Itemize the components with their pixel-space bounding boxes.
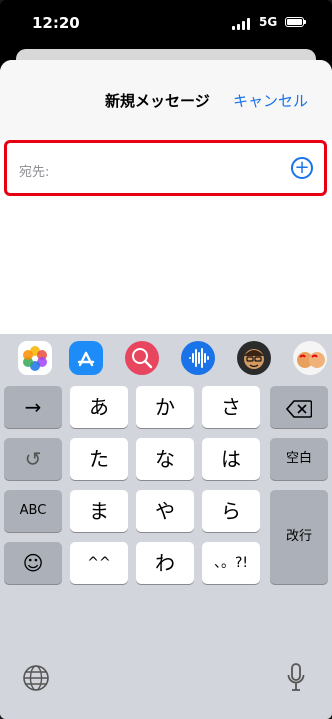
keyboard-bottom-bar — [0, 654, 332, 719]
keyboard: → あ か さ ↺ た な は 空白 ABC ま や ら 改行 ☺ ^^ わ 、… — [0, 334, 332, 719]
key-ya[interactable]: や — [136, 490, 194, 532]
key-space[interactable]: 空白 — [270, 438, 328, 480]
recipient-label: 宛先: — [19, 165, 50, 180]
battery-icon — [285, 17, 306, 27]
key-ha[interactable]: は — [202, 438, 260, 480]
sheet-header: 新規メッセージ キャンセル — [0, 60, 332, 140]
photos-icon[interactable] — [18, 341, 52, 375]
key-wa[interactable]: わ — [136, 542, 194, 584]
status-time: 12:20 — [32, 14, 80, 32]
search-images-icon[interactable] — [125, 341, 159, 375]
key-a[interactable]: あ — [70, 386, 128, 428]
key-ka[interactable]: か — [136, 386, 194, 428]
app-strip — [0, 334, 332, 386]
key-punctuation[interactable]: 、。?! — [202, 542, 260, 584]
key-delete[interactable] — [270, 386, 328, 428]
phone-screen: 12:20 5G 新規メッセージ キャンセル 宛先: + → あ か さ ↺ た… — [0, 0, 332, 719]
globe-icon[interactable] — [22, 664, 50, 696]
page-title: 新規メッセージ — [105, 92, 210, 110]
delete-icon — [285, 395, 313, 419]
recipient-field[interactable]: 宛先: + — [4, 140, 327, 196]
key-return[interactable]: 改行 — [270, 490, 328, 584]
key-ta[interactable]: た — [70, 438, 128, 480]
add-contact-button[interactable]: + — [291, 157, 313, 179]
key-sa[interactable]: さ — [202, 386, 260, 428]
cancel-button[interactable]: キャンセル — [233, 90, 308, 111]
memoji-stickers-icon[interactable] — [293, 341, 327, 375]
key-na[interactable]: な — [136, 438, 194, 480]
key-kaomoji[interactable]: ^^ — [70, 542, 128, 584]
memoji-icon[interactable] — [237, 341, 271, 375]
dictation-icon[interactable] — [287, 663, 305, 697]
status-bar: 12:20 5G — [0, 0, 332, 50]
audio-message-icon[interactable] — [181, 341, 215, 375]
network-label: 5G — [259, 15, 278, 29]
key-ra[interactable]: ら — [202, 490, 260, 532]
app-store-icon[interactable] — [69, 341, 103, 375]
key-ma[interactable]: ま — [70, 490, 128, 532]
key-undo[interactable]: ↺ — [4, 438, 62, 480]
key-abc[interactable]: ABC — [4, 490, 62, 532]
signal-icon — [232, 18, 250, 30]
key-arrow[interactable]: → — [4, 386, 62, 428]
key-emoji[interactable]: ☺ — [4, 542, 62, 584]
